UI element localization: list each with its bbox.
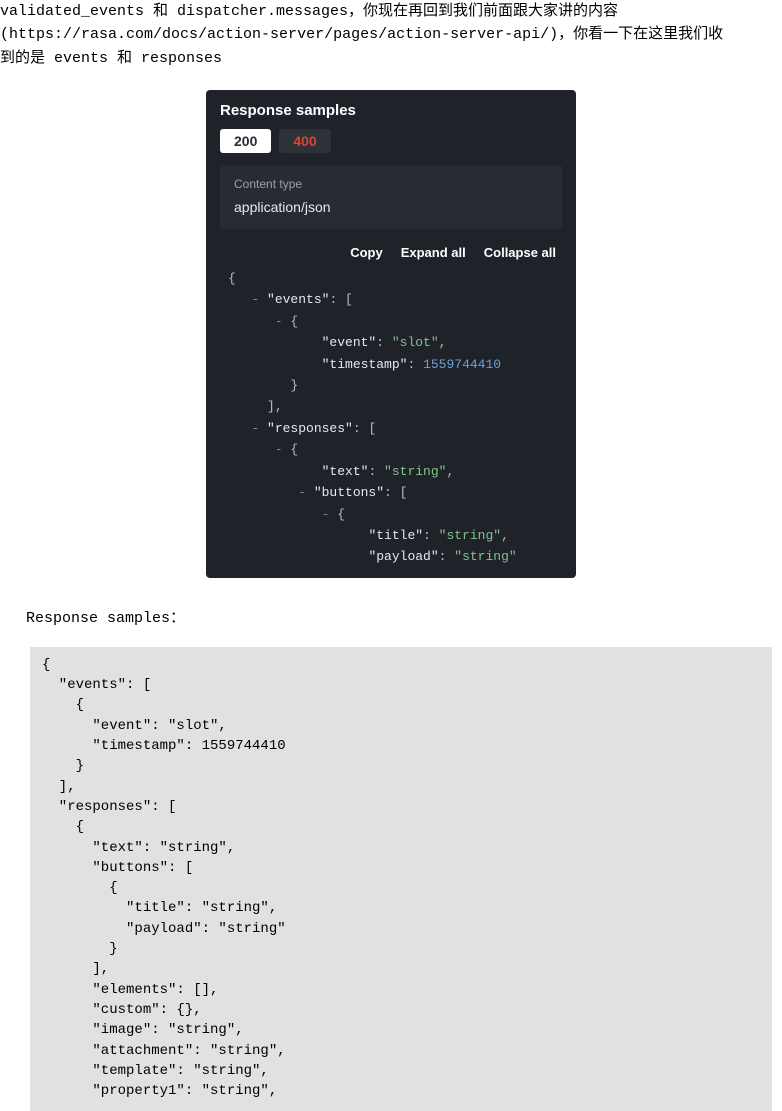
status-tabs: 200 400: [206, 129, 576, 165]
response-samples-heading: Response samples：: [0, 602, 782, 647]
intro-url[interactable]: https://rasa.com/docs/action-server/page…: [9, 26, 549, 43]
colon: :: [439, 549, 455, 564]
response-code-block: { "events": [ { "event": "slot", "timest…: [30, 647, 772, 1111]
colon: :: [368, 464, 384, 479]
tab-200[interactable]: 200: [220, 129, 271, 153]
json-actions: Copy Expand all Collapse all: [206, 239, 576, 268]
bullet: -: [275, 442, 291, 457]
arr-open: : [: [384, 485, 407, 500]
response-panel: Response samples 200 400 Content type ap…: [206, 90, 576, 578]
intro-paragraph: validated_events 和 dispatcher.messages，你…: [0, 0, 782, 70]
title-val: "string": [439, 528, 501, 543]
tab-400[interactable]: 400: [279, 129, 330, 153]
intro-line2-pre: (: [0, 26, 9, 43]
payload-val: "string": [454, 549, 516, 564]
obj-close: }: [290, 378, 298, 393]
comma: ,: [501, 528, 509, 543]
ts-key: "timestamp": [322, 357, 408, 372]
brace: {: [228, 271, 236, 286]
collapse-all-button[interactable]: Collapse all: [484, 245, 556, 260]
intro-line2-post: )，你看一下在这里我们收: [549, 26, 723, 43]
obj-open: {: [290, 314, 298, 329]
expand-all-button[interactable]: Expand all: [401, 245, 466, 260]
bullet: -: [251, 421, 267, 436]
content-type-value: application/json: [234, 199, 548, 215]
panel-title: Response samples: [206, 100, 576, 129]
text-val: "string": [384, 464, 446, 479]
obj-open: {: [290, 442, 298, 457]
buttons-key: "buttons": [314, 485, 384, 500]
title-key: "title": [368, 528, 423, 543]
colon: :: [423, 528, 439, 543]
bullet: -: [298, 485, 314, 500]
intro-line1: validated_events 和 dispatcher.messages，你…: [0, 3, 618, 20]
colon: :: [376, 335, 392, 350]
text-key: "text": [322, 464, 369, 479]
arr-open: : [: [329, 292, 352, 307]
event-key: "event": [322, 335, 377, 350]
arr-close: ],: [267, 399, 283, 414]
json-preview: { - "events": [ - { "event": "slot", "ti…: [206, 268, 576, 578]
bullet: -: [251, 292, 267, 307]
payload-key: "payload": [368, 549, 438, 564]
colon: :: [407, 357, 423, 372]
comma: ,: [439, 335, 447, 350]
copy-button[interactable]: Copy: [350, 245, 383, 260]
responses-key: "responses": [267, 421, 353, 436]
content-type-label: Content type: [234, 177, 548, 191]
ts-val: 1559744410: [423, 357, 501, 372]
intro-line3: 到的是 events 和 responses: [0, 50, 222, 67]
comma: ,: [446, 464, 454, 479]
bullet: -: [322, 507, 338, 522]
event-val: "slot": [392, 335, 439, 350]
content-type-box: Content type application/json: [220, 165, 562, 229]
events-key: "events": [267, 292, 329, 307]
obj-open: {: [337, 507, 345, 522]
bullet: -: [275, 314, 291, 329]
arr-open: : [: [353, 421, 376, 436]
